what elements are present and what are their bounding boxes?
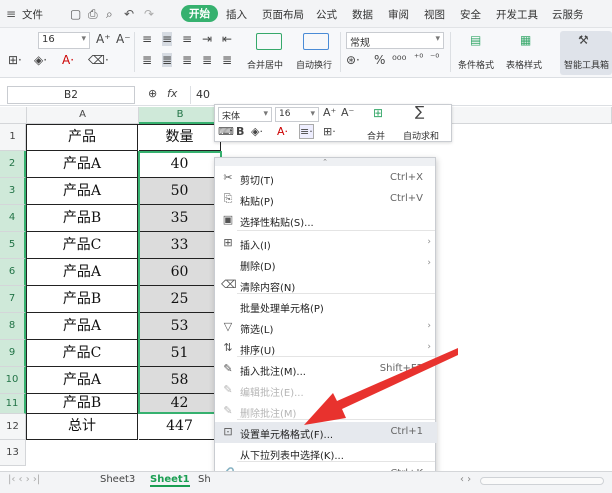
annotation-arrow — [304, 348, 458, 425]
annotation-arrow-shape — [304, 348, 458, 425]
